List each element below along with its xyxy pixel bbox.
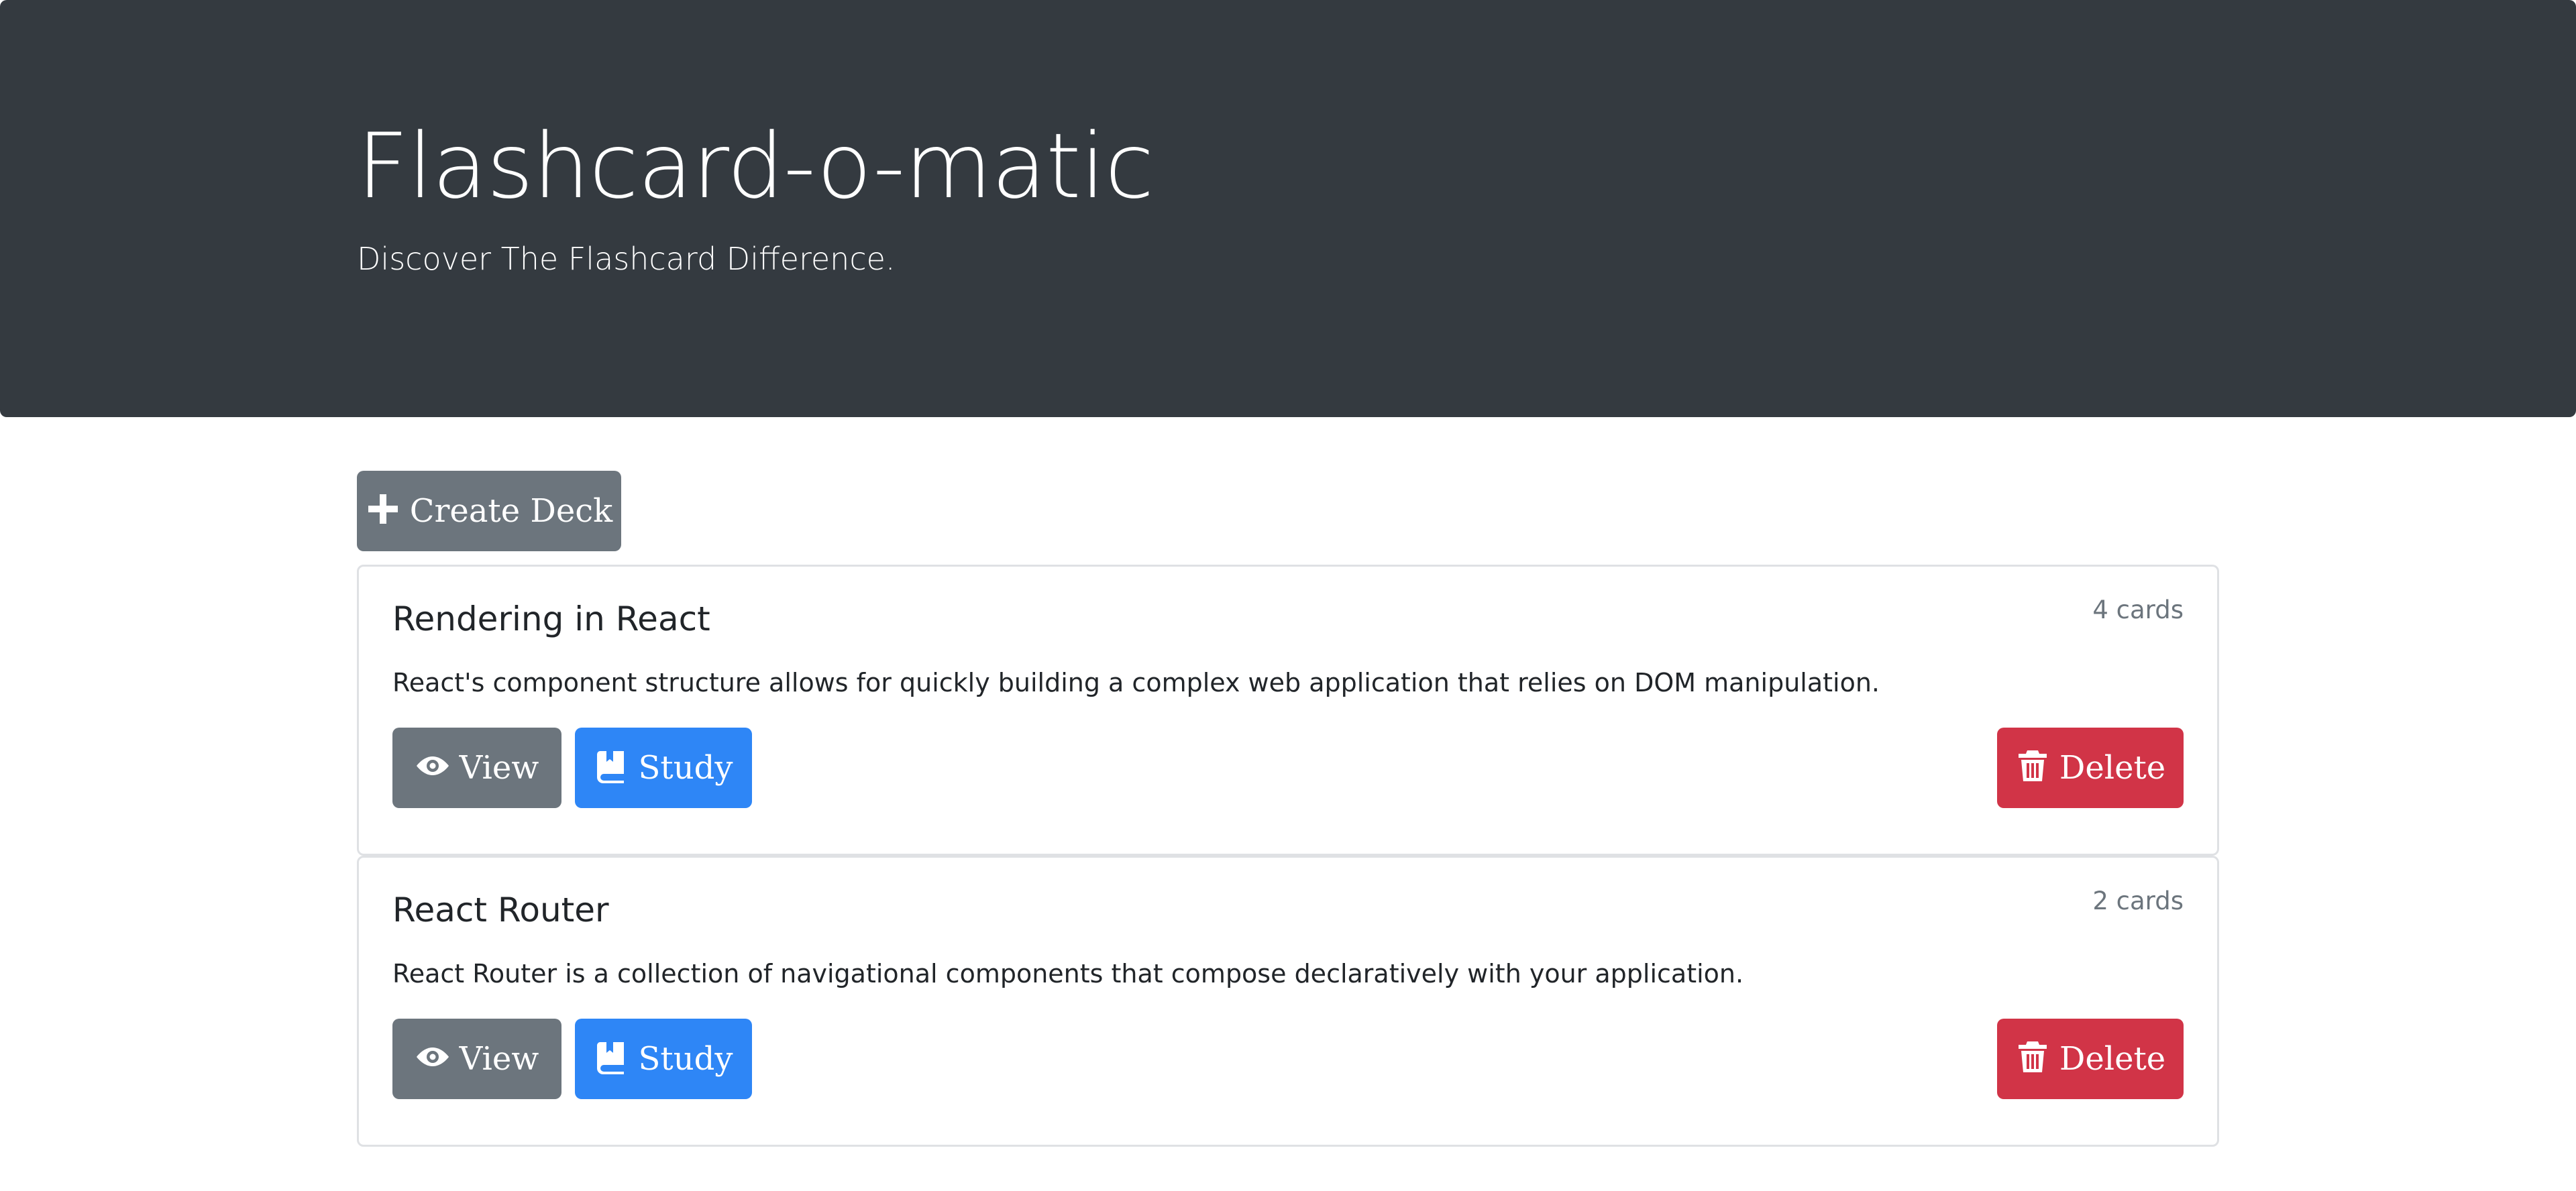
view-label: View bbox=[459, 749, 539, 787]
book-icon bbox=[596, 1042, 624, 1074]
study-deck-button[interactable]: Study bbox=[575, 1019, 752, 1099]
deck-name: React Router bbox=[392, 891, 609, 929]
view-deck-button[interactable]: View bbox=[392, 1019, 561, 1099]
delete-deck-button[interactable]: Delete bbox=[1997, 728, 2184, 808]
delete-label: Delete bbox=[2059, 749, 2166, 787]
view-deck-button[interactable]: View bbox=[392, 728, 561, 808]
study-deck-button[interactable]: Study bbox=[575, 728, 752, 808]
create-deck-label: Create Deck bbox=[409, 492, 613, 530]
deck-name: Rendering in React bbox=[392, 600, 710, 638]
main-container: Create Deck Rendering in React 4 cards R… bbox=[357, 471, 2219, 1147]
study-label: Study bbox=[638, 1040, 733, 1078]
deck-card-count: 2 cards bbox=[2092, 887, 2184, 915]
app-subtitle: Discover The Flashcard Difference. bbox=[357, 241, 896, 277]
eye-icon bbox=[416, 1047, 449, 1066]
view-label: View bbox=[459, 1040, 539, 1078]
create-deck-button[interactable]: Create Deck bbox=[357, 471, 621, 551]
deck-card: React Router 2 cards React Router is a c… bbox=[357, 856, 2219, 1147]
deck-actions: View Study bbox=[392, 1019, 752, 1099]
delete-deck-button[interactable]: Delete bbox=[1997, 1019, 2184, 1099]
plus-icon bbox=[368, 494, 398, 524]
deck-actions: View Study bbox=[392, 728, 752, 808]
deck-card: Rendering in React 4 cards React's compo… bbox=[357, 565, 2219, 856]
app-title: Flashcard-o-matic bbox=[357, 114, 1154, 219]
trash-icon bbox=[2018, 750, 2047, 781]
delete-label: Delete bbox=[2059, 1040, 2166, 1078]
study-label: Study bbox=[638, 749, 733, 787]
trash-icon bbox=[2018, 1041, 2047, 1072]
deck-description: React's component structure allows for q… bbox=[392, 668, 1880, 697]
book-icon bbox=[596, 751, 624, 783]
deck-description: React Router is a collection of navigati… bbox=[392, 959, 1744, 988]
eye-icon bbox=[416, 756, 449, 775]
deck-list: Rendering in React 4 cards React's compo… bbox=[357, 565, 2219, 1147]
header-jumbotron: Flashcard-o-matic Discover The Flashcard… bbox=[0, 0, 2576, 417]
deck-card-count: 4 cards bbox=[2092, 596, 2184, 624]
